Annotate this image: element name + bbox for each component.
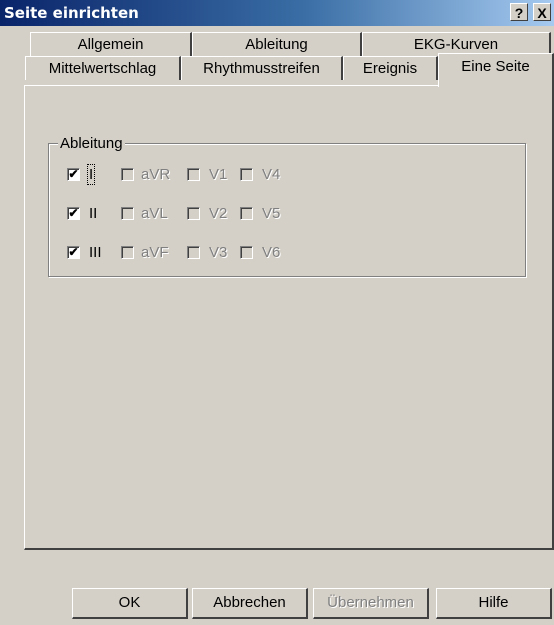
lead-v3-label: V3 xyxy=(209,244,228,261)
ableitung-groupbox xyxy=(48,143,526,277)
lead-v1-label: V1 xyxy=(209,166,228,183)
close-icon[interactable]: X xyxy=(533,3,551,21)
tab-mittelwertschlag[interactable]: Mittelwertschlag xyxy=(25,56,181,80)
help-icon[interactable]: ? xyxy=(510,3,528,21)
ok-button[interactable]: OK xyxy=(72,588,188,619)
checkbox-i[interactable]: ✔ xyxy=(67,168,80,181)
checkbox-avr[interactable] xyxy=(121,168,134,181)
lead-avf-label: aVF xyxy=(141,244,169,261)
tab-allgemein[interactable]: Allgemein xyxy=(30,32,192,56)
title-bar[interactable]: Seite einrichten ? X xyxy=(0,0,554,26)
checkbox-v4[interactable] xyxy=(240,168,253,181)
lead-iii-label: III xyxy=(89,244,102,261)
checkbox-iii[interactable]: ✔ xyxy=(67,246,80,259)
checkbox-v1[interactable] xyxy=(187,168,200,181)
checkbox-v6[interactable] xyxy=(240,246,253,259)
lead-avr-label: aVR xyxy=(141,166,171,183)
lead-ii-label: II xyxy=(89,205,98,222)
cancel-button[interactable]: Abbrechen xyxy=(192,588,308,619)
lead-i-label: I xyxy=(86,164,96,185)
tab-ereignis[interactable]: Ereignis xyxy=(343,56,438,80)
apply-button[interactable]: Übernehmen xyxy=(313,588,429,619)
help-button[interactable]: Hilfe xyxy=(436,588,552,619)
group-label: Ableitung xyxy=(58,135,125,152)
lead-v5-label: V5 xyxy=(262,205,281,222)
tab-eine-seite[interactable]: Eine Seite xyxy=(438,53,554,87)
tab-ableitung[interactable]: Ableitung xyxy=(192,32,362,56)
checkbox-v3[interactable] xyxy=(187,246,200,259)
window-title: Seite einrichten xyxy=(4,4,139,22)
lead-v4-label: V4 xyxy=(262,166,281,183)
checkbox-avl[interactable] xyxy=(121,207,134,220)
lead-v2-label: V2 xyxy=(209,205,228,222)
checkbox-v2[interactable] xyxy=(187,207,200,220)
tab-rhythmusstreifen[interactable]: Rhythmusstreifen xyxy=(181,56,343,80)
lead-avl-label: aVL xyxy=(141,205,168,222)
checkbox-avf[interactable] xyxy=(121,246,134,259)
checkbox-ii[interactable]: ✔ xyxy=(67,207,80,220)
checkbox-v5[interactable] xyxy=(240,207,253,220)
lead-v6-label: V6 xyxy=(262,244,281,261)
